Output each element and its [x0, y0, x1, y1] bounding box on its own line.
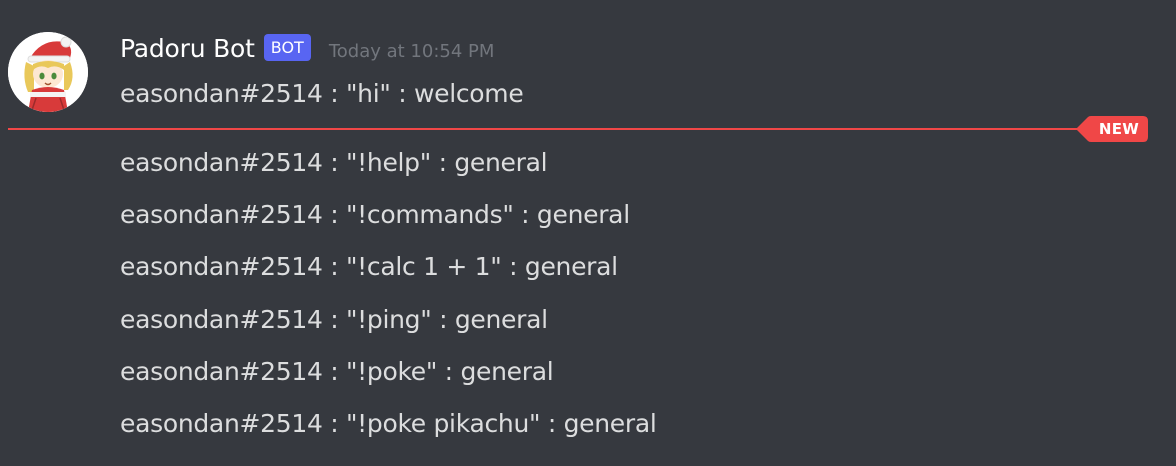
timestamp: Today at 10:54 PM	[328, 41, 495, 62]
new-messages-divider	[8, 128, 1098, 130]
message-line: easondan#2514 : "!calc 1 + 1" : general	[120, 252, 618, 281]
message-line: easondan#2514 : "!help" : general	[120, 148, 548, 177]
username[interactable]: Padoru Bot	[120, 32, 255, 66]
message-line: easondan#2514 : "hi" : welcome	[120, 79, 524, 108]
message-line: easondan#2514 : "!poke" : general	[120, 357, 554, 386]
padoru-avatar-icon	[8, 32, 88, 112]
new-messages-badge: NEW	[1076, 116, 1148, 142]
message-line: easondan#2514 : "!ping" : general	[120, 305, 548, 334]
message-line: easondan#2514 : "!commands" : general	[120, 200, 630, 229]
message-line: easondan#2514 : "!poke pikachu" : genera…	[120, 409, 657, 438]
bot-tag: BOT	[263, 33, 311, 61]
message-group: Padoru Bot BOT Today at 10:54 PM easonda…	[0, 0, 1176, 466]
message-header: Padoru Bot BOT Today at 10:54 PM	[120, 32, 494, 66]
avatar[interactable]	[8, 32, 88, 112]
new-badge-label: NEW	[1098, 120, 1140, 138]
